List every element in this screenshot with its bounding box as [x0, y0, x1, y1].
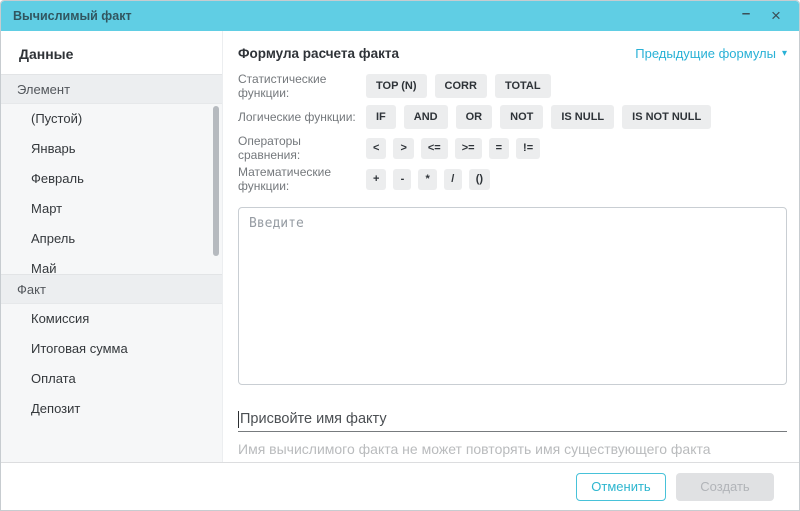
function-button-or[interactable]: OR: [456, 105, 493, 129]
comparison-buttons: < > <= >= = !=: [366, 138, 540, 159]
section-header-fact[interactable]: Факт: [1, 274, 222, 304]
row-label: Статистические функции:: [238, 72, 366, 100]
formula-panel-header: Формула расчета факта Предыдущие формулы…: [238, 46, 787, 61]
list-item[interactable]: Апрель: [1, 224, 222, 254]
cancel-button[interactable]: Отменить: [576, 473, 666, 501]
element-item-list: (Пустой) Январь Февраль Март Апрель Май: [1, 104, 222, 274]
sidebar-scrollbar-thumb[interactable]: [213, 106, 219, 256]
fact-name-input[interactable]: Присвойте имя факту: [238, 407, 787, 432]
list-item[interactable]: Февраль: [1, 164, 222, 194]
logical-functions-row: Логические функции: IF AND OR NOT IS NUL…: [238, 105, 787, 129]
sidebar-title: Данные: [1, 31, 222, 74]
function-button-total[interactable]: TOTAL: [495, 74, 551, 98]
list-item[interactable]: (Пустой): [1, 104, 222, 134]
row-label: Логические функции:: [238, 110, 366, 124]
formula-panel: Формула расчета факта Предыдущие формулы…: [223, 31, 799, 462]
list-item[interactable]: Депозит: [1, 394, 222, 424]
minimize-button[interactable]: –: [731, 1, 761, 31]
list-item[interactable]: Оплата: [1, 364, 222, 394]
statistical-buttons: TOP (N) CORR TOTAL: [366, 74, 551, 98]
previous-formulas-dropdown[interactable]: Предыдущие формулы ▾: [635, 46, 787, 61]
section-header-element[interactable]: Элемент: [1, 74, 222, 104]
row-label: Математические функции:: [238, 165, 366, 193]
function-button-is-null[interactable]: IS NULL: [551, 105, 614, 129]
list-item[interactable]: Май: [1, 254, 222, 274]
operator-button-divide[interactable]: /: [444, 169, 462, 190]
formula-input[interactable]: [238, 207, 787, 385]
create-button[interactable]: Создать: [676, 473, 774, 501]
operator-button-multiply[interactable]: *: [418, 169, 436, 190]
fact-name-placeholder: Присвойте имя факту: [240, 411, 387, 427]
chevron-down-icon: ▾: [782, 48, 787, 59]
operator-button-gt[interactable]: >: [393, 138, 413, 159]
comparison-operators-row: Операторы сравнения: < > <= >= = !=: [238, 136, 787, 160]
list-item[interactable]: Комиссия: [1, 304, 222, 334]
dialog-window: Вычислимый факт – × Данные Элемент (Пуст…: [0, 0, 800, 511]
dialog-body: Данные Элемент (Пустой) Январь Февраль М…: [1, 31, 799, 462]
list-item[interactable]: Январь: [1, 134, 222, 164]
logical-buttons: IF AND OR NOT IS NULL IS NOT NULL: [366, 105, 711, 129]
text-caret: [238, 411, 239, 428]
math-buttons: + - * / (): [366, 169, 490, 190]
function-button-corr[interactable]: CORR: [435, 74, 487, 98]
dialog-footer: Отменить Создать: [1, 462, 799, 510]
data-sidebar: Данные Элемент (Пустой) Январь Февраль М…: [1, 31, 223, 462]
operator-button-lt[interactable]: <: [366, 138, 386, 159]
function-button-and[interactable]: AND: [404, 105, 448, 129]
function-button-top-n[interactable]: TOP (N): [366, 74, 427, 98]
operator-button-lte[interactable]: <=: [421, 138, 448, 159]
operator-button-parentheses[interactable]: (): [469, 169, 490, 190]
close-icon: ×: [771, 6, 781, 26]
previous-formulas-label: Предыдущие формулы: [635, 46, 776, 61]
operator-button-neq[interactable]: !=: [516, 138, 540, 159]
minimize-icon: –: [742, 5, 750, 22]
fact-item-list: Комиссия Итоговая сумма Оплата Депозит: [1, 304, 222, 462]
statistical-functions-row: Статистические функции: TOP (N) CORR TOT…: [238, 74, 787, 98]
operator-button-eq[interactable]: =: [489, 138, 509, 159]
operator-button-minus[interactable]: -: [393, 169, 411, 190]
operator-button-gte[interactable]: >=: [455, 138, 482, 159]
list-item[interactable]: Итоговая сумма: [1, 334, 222, 364]
operator-button-plus[interactable]: +: [366, 169, 386, 190]
math-functions-row: Математические функции: + - * / (): [238, 167, 787, 191]
fact-name-hint: Имя вычислимого факта не может повторять…: [238, 441, 787, 457]
window-controls: – ×: [731, 1, 799, 31]
list-item[interactable]: Март: [1, 194, 222, 224]
function-button-if[interactable]: IF: [366, 105, 396, 129]
titlebar[interactable]: Вычислимый факт – ×: [1, 1, 799, 31]
window-title: Вычислимый факт: [13, 9, 132, 23]
function-button-is-not-null[interactable]: IS NOT NULL: [622, 105, 711, 129]
function-button-not[interactable]: NOT: [500, 105, 543, 129]
close-button[interactable]: ×: [761, 1, 791, 31]
row-label: Операторы сравнения:: [238, 134, 366, 162]
panel-title: Формула расчета факта: [238, 46, 399, 61]
